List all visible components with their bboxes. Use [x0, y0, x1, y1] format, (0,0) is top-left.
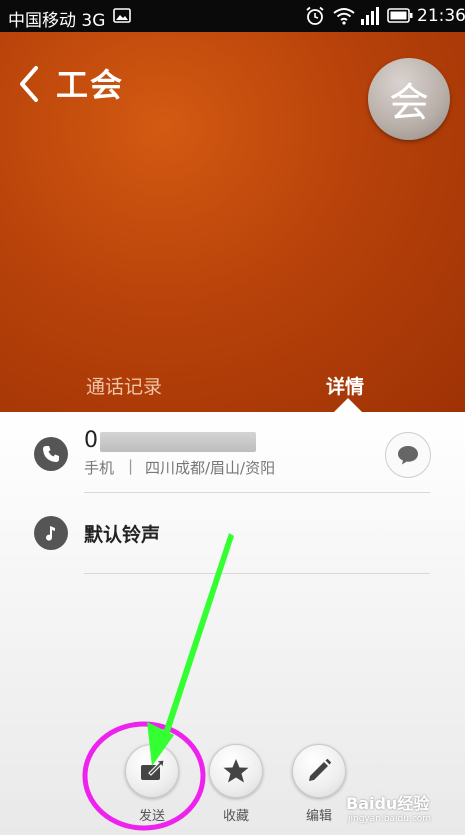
phone-icon	[34, 437, 68, 471]
clock: 21:36	[417, 6, 465, 26]
watermark-url: jingyan.baidu.com	[348, 814, 432, 824]
favorite-button[interactable]	[209, 744, 263, 798]
status-bar: 中国移动 3G 21:36	[0, 0, 465, 32]
avatar-initial: 会	[389, 80, 429, 126]
alarm-icon	[306, 6, 324, 25]
image-icon	[113, 8, 131, 23]
contact-name: 工会	[56, 66, 125, 104]
send-label: 发送	[138, 809, 165, 824]
edit-button[interactable]	[292, 744, 346, 798]
phone-type: 手机	[84, 459, 115, 477]
tab-call-log[interactable]: 通话记录	[86, 372, 162, 399]
signal-icon	[361, 7, 379, 25]
back-arrow-icon[interactable]	[16, 64, 44, 104]
pencil-icon	[309, 758, 332, 781]
ringtone-label[interactable]: 默认铃声	[84, 520, 160, 547]
battery-icon	[387, 8, 413, 23]
tab-details[interactable]: 详情	[326, 372, 364, 399]
contact-detail-screen: 中国移动 3G 21:36 工会 会 通话记录 详情 0 手机 | 四川成都/眉…	[0, 0, 465, 835]
edit-label: 编辑	[305, 809, 332, 824]
active-tab-pointer	[334, 398, 362, 412]
contact-header: 工会 会 通话记录 详情	[0, 32, 465, 412]
star-icon	[223, 759, 249, 783]
share-icon	[141, 759, 165, 780]
divider	[84, 492, 430, 493]
contact-details-panel: 0 手机 | 四川成都/眉山/资阳 默认铃声 发送 收藏 编辑	[0, 412, 465, 835]
music-note-icon	[34, 516, 68, 550]
redacted-phone-number	[100, 432, 256, 452]
phone-number[interactable]: 0	[84, 428, 98, 453]
message-button[interactable]	[385, 432, 431, 478]
chat-bubble-icon	[398, 446, 418, 465]
avatar[interactable]: 会	[368, 58, 450, 140]
phone-location: 四川成都/眉山/资阳	[145, 459, 276, 477]
divider	[84, 573, 430, 574]
carrier-label: 中国移动 3G	[8, 11, 106, 31]
phone-separator: |	[128, 457, 134, 475]
favorite-label: 收藏	[222, 809, 249, 824]
send-button[interactable]	[125, 744, 179, 798]
wifi-icon	[333, 8, 355, 25]
watermark: Baidu经验	[346, 794, 430, 813]
